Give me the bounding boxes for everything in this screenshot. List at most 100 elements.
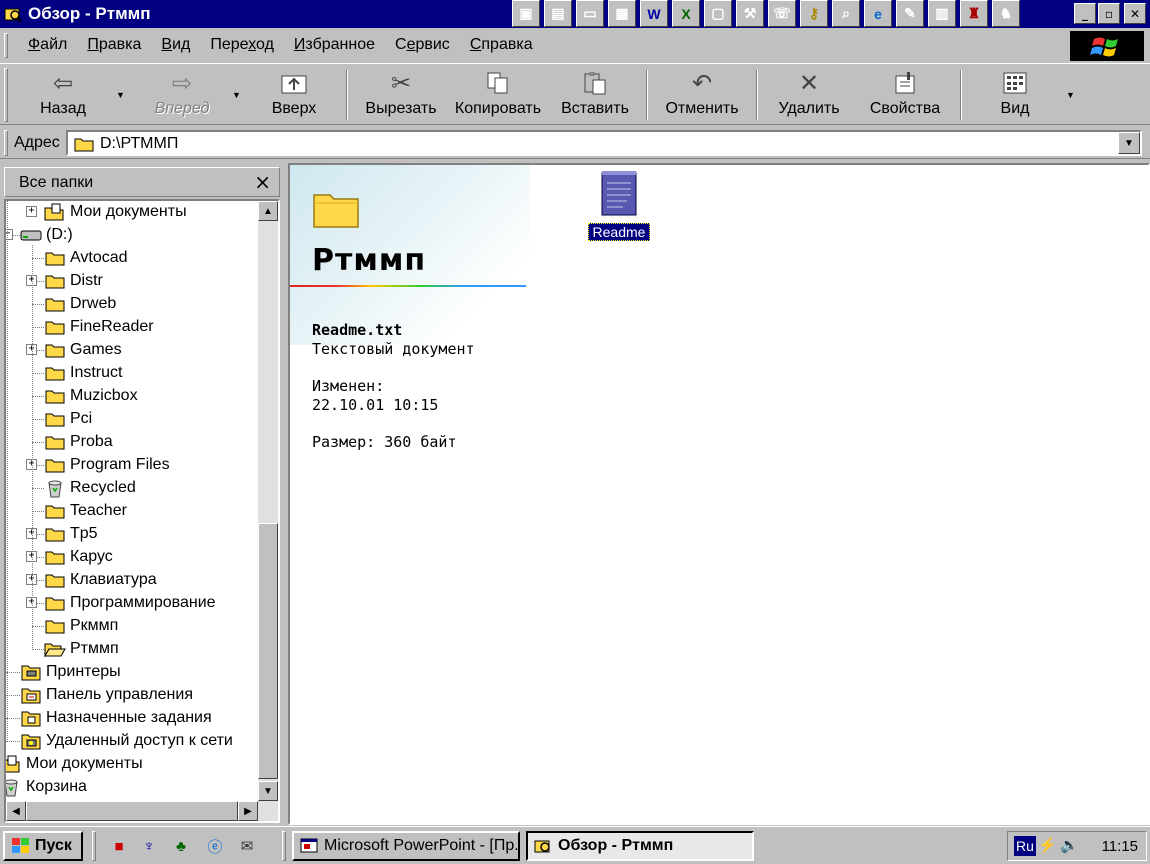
key-icon[interactable]: ⚷ <box>800 0 828 27</box>
menu-2[interactable]: Вид <box>151 36 200 54</box>
collapse-icon[interactable]: − <box>6 229 13 240</box>
magnifier-icon[interactable]: ⌕ <box>832 0 860 27</box>
tree-item[interactable]: Program Files <box>44 454 170 476</box>
menubar-grip[interactable] <box>4 33 8 58</box>
address-bar: Адрес D:\РТММП ▼ <box>0 127 1150 159</box>
menu-0[interactable]: Файл <box>18 36 77 54</box>
tree-item[interactable]: Muzicbox <box>44 385 138 407</box>
tree-item[interactable]: Instruct <box>44 362 122 384</box>
scroll-left-button[interactable]: ◀ <box>6 801 26 821</box>
paste-button[interactable]: Вставить <box>558 68 632 122</box>
pdf-icon[interactable]: ▥ <box>928 0 956 27</box>
menu-4[interactable]: Избранное <box>284 36 385 54</box>
readme-file-item[interactable]: Readme <box>588 169 652 243</box>
quicklaunch-grip[interactable] <box>92 831 96 861</box>
volume-icon[interactable]: 🔈 <box>1060 836 1079 854</box>
minimize-button[interactable]: _ <box>1074 3 1096 24</box>
tree-item[interactable]: Ркммп <box>44 615 118 637</box>
tree-item[interactable]: Удаленный доступ к сети <box>20 730 233 752</box>
tasks-grip[interactable] <box>282 831 286 861</box>
close-button[interactable]: ✕ <box>1124 3 1146 24</box>
address-input[interactable]: D:\РТММП ▼ <box>66 130 1142 156</box>
game-icon[interactable]: ♜ <box>960 0 988 27</box>
scroll-up-button[interactable]: ▲ <box>258 201 278 221</box>
back-dropdown-icon[interactable]: ▼ <box>116 90 125 100</box>
menu-6[interactable]: Справка <box>460 36 543 54</box>
menu-3[interactable]: Переход <box>200 36 284 54</box>
show-desktop-icon[interactable]: ■ <box>108 835 130 857</box>
tree-horizontal-scrollbar[interactable]: ◀ ▶ <box>6 801 278 821</box>
toolbar-grip[interactable] <box>4 68 8 122</box>
cut-button[interactable]: ✂ Вырезать <box>362 68 440 122</box>
title-bar[interactable]: Обзор - Ртммп ▣ ▤ ▭ ▦ W X ▢ ⚒ ☏ ⚷ ⌕ e ✎ ▥ ♜ ♞ _ ▫ ✕ <box>0 0 1150 28</box>
screen-icon[interactable]: ▢ <box>704 0 732 27</box>
scroll-right-button[interactable]: ▶ <box>238 801 258 821</box>
tree-item[interactable]: Avtocad <box>44 247 128 269</box>
clock[interactable]: 11:15 <box>1102 838 1138 855</box>
view-button[interactable]: Вид <box>990 68 1040 122</box>
hscroll-thumb[interactable] <box>26 801 238 821</box>
network-tray-icon[interactable]: ⚡ <box>1038 836 1057 854</box>
tree-connector <box>32 258 44 259</box>
tree-item[interactable]: Назначенные задания <box>20 707 212 729</box>
tree-item[interactable]: Games <box>44 339 122 361</box>
tree-item[interactable]: Ртммп <box>44 638 119 660</box>
tool-icon[interactable]: ⚒ <box>736 0 764 27</box>
tree-item[interactable]: Tp5 <box>44 523 98 545</box>
tree-item[interactable]: Мои документы <box>6 753 143 775</box>
start-button[interactable]: Пуск <box>3 831 83 861</box>
tree-vertical-scrollbar[interactable]: ▲ ▼ <box>258 201 278 801</box>
tree-item[interactable]: Программирование <box>44 592 216 614</box>
network-icon[interactable]: ▦ <box>608 0 636 27</box>
folder-open-icon[interactable]: ▭ <box>576 0 604 27</box>
back-button[interactable]: ⇦ Назад <box>32 68 94 122</box>
tree-item[interactable]: FineReader <box>44 316 154 338</box>
addressbar-grip[interactable] <box>4 130 8 156</box>
tree-item[interactable]: Recycled <box>44 477 136 499</box>
tree-item[interactable]: Drweb <box>44 293 116 315</box>
tree-item[interactable]: Клавиатура <box>44 569 157 591</box>
notepad-icon[interactable]: ▤ <box>544 0 572 27</box>
folder-tree[interactable]: + Мои документы − (D:) Avtocad + Distr Drweb Fin… <box>4 199 280 823</box>
tree-item[interactable]: Distr <box>44 270 103 292</box>
tree-item[interactable]: Teacher <box>44 500 127 522</box>
network-icon[interactable]: ♣ <box>170 835 192 857</box>
tree-item[interactable]: Принтеры <box>20 661 121 683</box>
tree-item[interactable]: (D:) <box>20 224 73 246</box>
ie-icon[interactable]: ⓔ <box>204 835 226 857</box>
office-icon[interactable]: ▣ <box>512 0 540 27</box>
tree-item[interactable]: Proba <box>44 431 113 453</box>
outlook-express-icon[interactable]: ✉ <box>236 835 258 857</box>
ie-icon[interactable]: e <box>864 0 892 27</box>
maximize-button[interactable]: ▫ <box>1098 3 1120 24</box>
taskbar-button[interactable]: Обзор - Ртммп <box>526 831 754 861</box>
menu-1[interactable]: Правка <box>77 36 151 54</box>
undo-button[interactable]: ↶ Отменить <box>662 68 742 122</box>
scroll-down-button[interactable]: ▼ <box>258 781 278 801</box>
copy-button[interactable]: Копировать <box>452 68 544 122</box>
address-dropdown-button[interactable]: ▼ <box>1118 132 1140 154</box>
tree-item[interactable]: Мои документы <box>44 201 187 223</box>
menu-5[interactable]: Сервис <box>385 36 460 54</box>
word-icon[interactable]: W <box>640 0 668 27</box>
delete-button[interactable]: ✕ Удалить <box>772 68 846 122</box>
tree-item[interactable]: Pci <box>44 408 92 430</box>
tree-item[interactable]: Карус <box>44 546 113 568</box>
dialer-icon[interactable]: ☏ <box>768 0 796 27</box>
folders-pane-close-button[interactable]: × <box>254 170 271 194</box>
language-indicator[interactable]: Ru <box>1014 836 1036 856</box>
paint-icon[interactable]: ✎ <box>896 0 924 27</box>
view-dropdown-icon[interactable]: ▼ <box>1066 90 1075 100</box>
forward-dropdown-icon[interactable]: ▼ <box>232 90 241 100</box>
tree-item[interactable]: Панель управления <box>20 684 193 706</box>
excel-icon[interactable]: X <box>672 0 700 27</box>
expand-icon[interactable]: + <box>26 206 37 217</box>
chess-icon[interactable]: ♞ <box>992 0 1020 27</box>
channels-icon[interactable]: ♆ <box>138 835 160 857</box>
tree-item[interactable]: Корзина <box>6 776 87 798</box>
forward-button[interactable]: ⇨ Вперед <box>148 68 216 122</box>
taskbar-button[interactable]: Microsoft PowerPoint - [Пр... <box>292 831 520 861</box>
scroll-thumb[interactable] <box>258 523 278 779</box>
properties-button[interactable]: Свойства <box>866 68 944 122</box>
up-button[interactable]: Вверх <box>266 68 322 122</box>
